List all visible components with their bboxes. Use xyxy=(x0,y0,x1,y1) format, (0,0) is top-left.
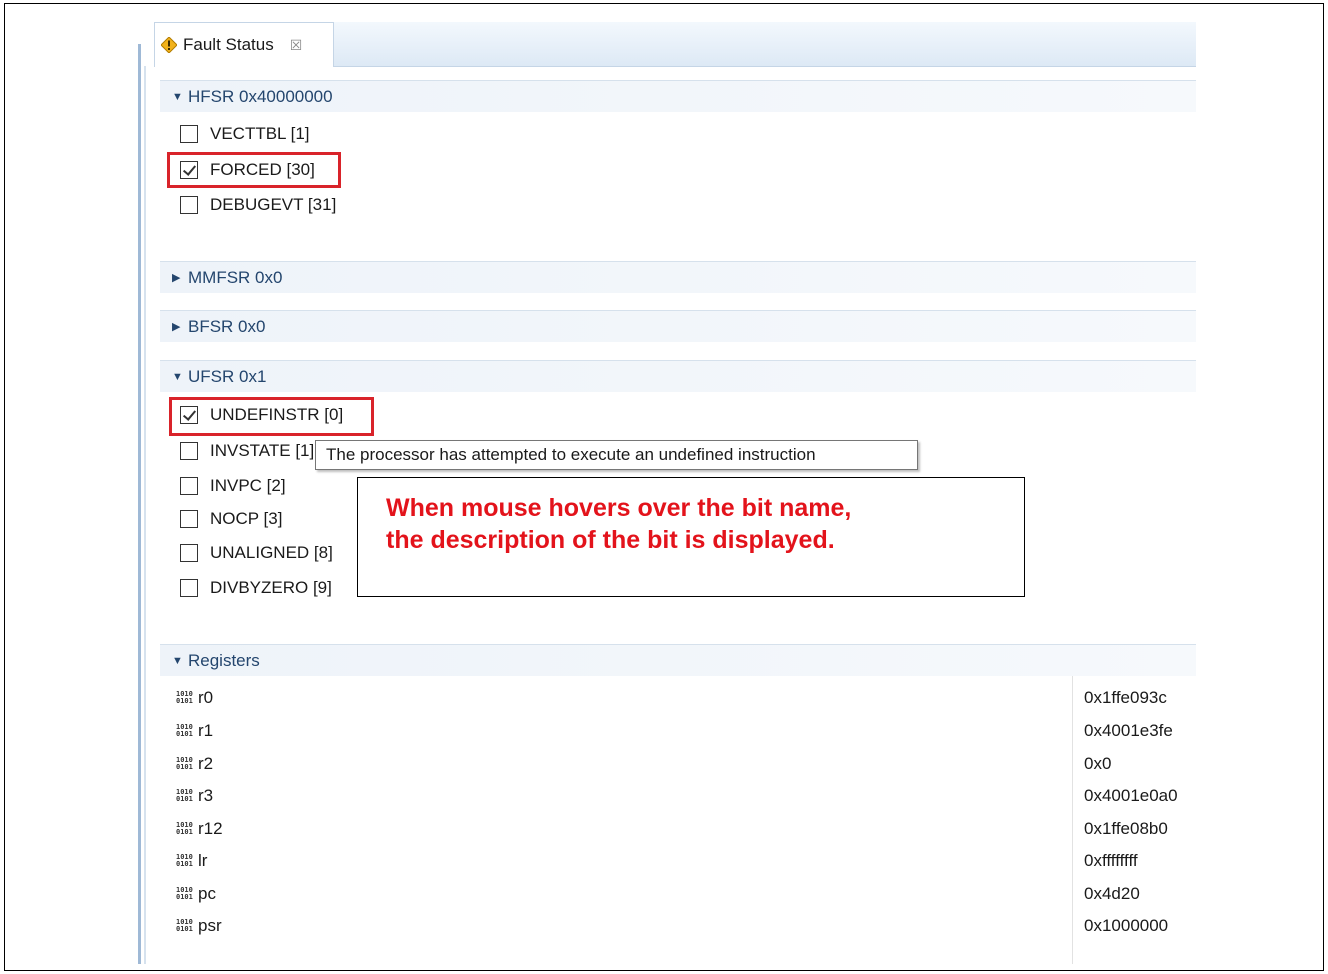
register-name: r12 xyxy=(198,819,223,838)
bit-label: DIVBYZERO [9] xyxy=(210,578,332,597)
register-row[interactable]: 1010 0101 psr 0x1000000 xyxy=(176,914,1196,938)
register-row[interactable]: 1010 0101 r0 0x1ffe093c xyxy=(176,686,1196,710)
register-value: 0x1ffe08b0 xyxy=(1084,819,1168,838)
register-value: 0x4001e3fe xyxy=(1084,721,1173,740)
register-row[interactable]: 1010 0101 r12 0x1ffe08b0 xyxy=(176,817,1196,841)
register-value: 0x1000000 xyxy=(1084,916,1169,935)
checkbox-vecttbl[interactable] xyxy=(180,125,198,143)
tab-fault-status[interactable]: Fault Status ☒ xyxy=(154,22,334,67)
register-icon: 1010 0101 xyxy=(176,690,193,705)
register-value: 0xffffffff xyxy=(1084,851,1138,870)
section-mmfsr-title: MMFSR 0x0 xyxy=(188,267,283,287)
register-icon: 1010 0101 xyxy=(176,723,193,738)
bit-divbyzero[interactable]: DIVBYZERO [9] xyxy=(180,575,332,601)
annotation-callout: When mouse hovers over the bit name, the… xyxy=(357,477,1025,597)
bit-invstate[interactable]: INVSTATE [1] xyxy=(180,438,314,464)
close-icon[interactable]: ☒ xyxy=(290,37,303,54)
section-ufsr-title: UFSR 0x1 xyxy=(188,366,267,386)
register-icon: 1010 0101 xyxy=(176,918,193,933)
register-icon: 1010 0101 xyxy=(176,756,193,771)
callout-line: When mouse hovers over the bit name, xyxy=(386,494,852,522)
bit-unaligned[interactable]: UNALIGNED [8] xyxy=(180,540,333,566)
register-icon: 1010 0101 xyxy=(176,821,193,836)
register-value: 0x0 xyxy=(1084,754,1112,773)
chevron-right-icon[interactable]: ▶ xyxy=(172,271,188,284)
checkbox-debugevt[interactable] xyxy=(180,196,198,214)
bit-invpc[interactable]: INVPC [2] xyxy=(180,473,286,499)
section-ufsr[interactable]: ▼ UFSR 0x1 xyxy=(160,360,1196,392)
bit-label: NOCP [3] xyxy=(210,509,283,528)
tooltip: The processor has attempted to execute a… xyxy=(315,440,918,470)
register-row[interactable]: 1010 0101 pc 0x4d20 xyxy=(176,882,1196,906)
register-row[interactable]: 1010 0101 r2 0x0 xyxy=(176,752,1196,776)
register-icon: 1010 0101 xyxy=(176,853,193,868)
warning-icon xyxy=(161,37,177,53)
register-icon: 1010 0101 xyxy=(176,886,193,901)
bit-label: INVPC [2] xyxy=(210,476,286,495)
register-name: r2 xyxy=(198,754,214,773)
section-registers[interactable]: ▼ Registers xyxy=(160,644,1196,676)
bit-label: INVSTATE [1] xyxy=(210,441,315,460)
section-hfsr[interactable]: ▼ HFSR 0x40000000 xyxy=(160,80,1196,112)
section-mmfsr[interactable]: ▶ MMFSR 0x0 xyxy=(160,261,1196,293)
view-border xyxy=(138,44,141,964)
register-value: 0x1ffe093c xyxy=(1084,688,1167,707)
highlight-box xyxy=(169,397,374,436)
tab-title: Fault Status xyxy=(183,35,274,54)
checkbox-invpc[interactable] xyxy=(180,477,198,495)
chevron-down-icon[interactable]: ▼ xyxy=(172,91,188,103)
register-name: r3 xyxy=(198,786,214,805)
bit-nocp[interactable]: NOCP [3] xyxy=(180,506,282,532)
chevron-down-icon[interactable]: ▼ xyxy=(172,655,188,667)
register-name: lr xyxy=(198,851,208,870)
register-name: r1 xyxy=(198,721,214,740)
section-bfsr[interactable]: ▶ BFSR 0x0 xyxy=(160,310,1196,342)
highlight-box xyxy=(167,152,341,188)
bit-vecttbl[interactable]: VECTTBL [1] xyxy=(180,121,310,147)
register-value: 0x4001e0a0 xyxy=(1084,786,1178,805)
register-row[interactable]: 1010 0101 r1 0x4001e3fe xyxy=(176,719,1196,743)
register-name: r0 xyxy=(198,688,214,707)
view-tab-bar: Fault Status ☒ xyxy=(154,22,1196,67)
bit-label: UNALIGNED [8] xyxy=(210,543,333,562)
register-name: psr xyxy=(198,916,222,935)
callout-line: the description of the bit is displayed. xyxy=(386,526,835,554)
register-name: pc xyxy=(198,884,216,903)
chevron-right-icon[interactable]: ▶ xyxy=(172,320,188,333)
bit-label: DEBUGEVT [31] xyxy=(210,195,337,214)
bit-label: VECTTBL [1] xyxy=(210,124,310,143)
register-row[interactable]: 1010 0101 lr 0xffffffff xyxy=(176,849,1196,873)
section-registers-title: Registers xyxy=(188,650,260,670)
bit-debugevt[interactable]: DEBUGEVT [31] xyxy=(180,192,336,218)
checkbox-nocp[interactable] xyxy=(180,510,198,528)
section-hfsr-title: HFSR 0x40000000 xyxy=(188,86,333,106)
register-icon: 1010 0101 xyxy=(176,788,193,803)
section-bfsr-title: BFSR 0x0 xyxy=(188,316,266,336)
register-row[interactable]: 1010 0101 r3 0x4001e0a0 xyxy=(176,784,1196,808)
view-border-inner xyxy=(144,66,146,964)
register-value: 0x4d20 xyxy=(1084,884,1140,903)
checkbox-invstate[interactable] xyxy=(180,442,198,460)
checkbox-unaligned[interactable] xyxy=(180,544,198,562)
checkbox-divbyzero[interactable] xyxy=(180,579,198,597)
chevron-down-icon[interactable]: ▼ xyxy=(172,371,188,383)
